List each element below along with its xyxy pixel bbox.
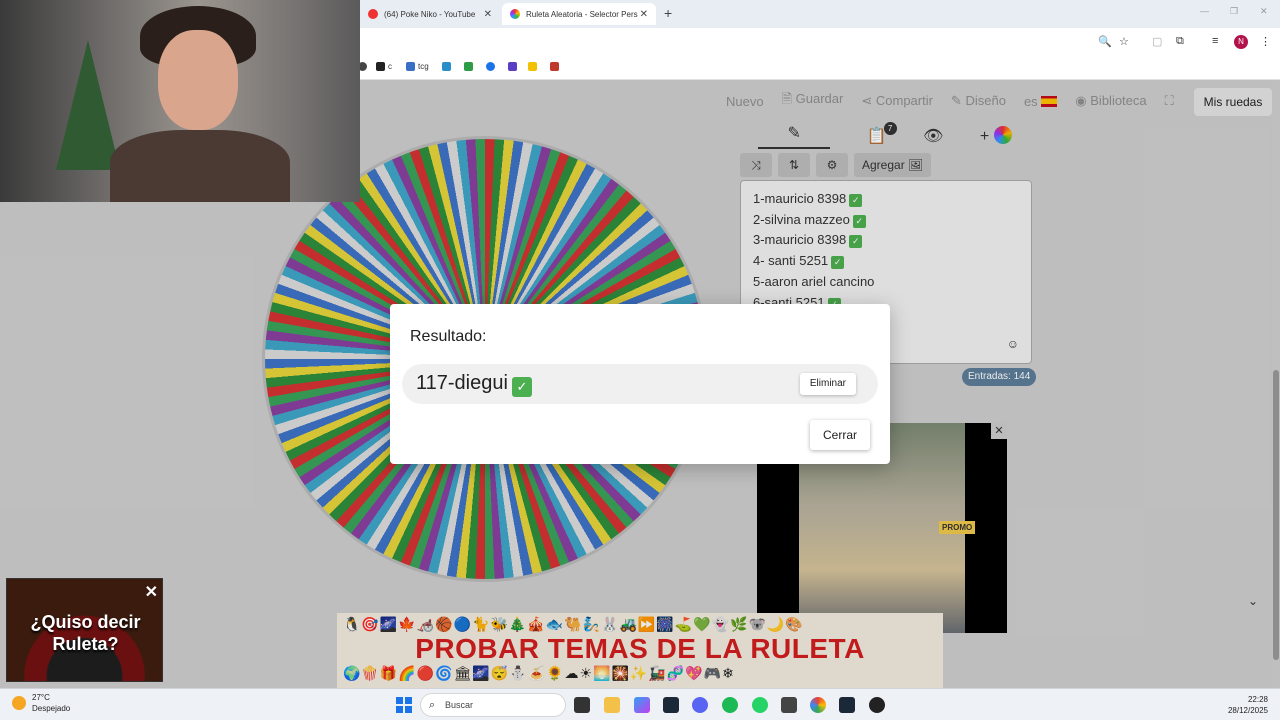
clock-date: 28/12/2025: [1227, 706, 1268, 715]
result-row: 117-diegui ✓ Eliminar: [402, 364, 878, 404]
bookmark-item[interactable]: c: [376, 62, 392, 71]
bookmark-favicon-icon: [376, 62, 385, 71]
app-icon[interactable]: [869, 697, 885, 713]
close-tab-icon[interactable]: ✕: [484, 9, 492, 20]
task-view-icon[interactable]: [574, 697, 590, 713]
streamer-body: [110, 130, 290, 202]
bookmark-item[interactable]: [528, 62, 537, 71]
steam-icon[interactable]: [663, 697, 679, 713]
weather-text: 27°C Despejado: [32, 692, 70, 714]
tab-label: (64) Poke Niko - YouTube: [384, 9, 476, 19]
menu-kebab-icon[interactable]: ⋮: [1260, 35, 1271, 48]
bookmark-item[interactable]: [464, 62, 473, 71]
restore-icon[interactable]: ❐: [1230, 6, 1238, 17]
bookmark-favicon-icon: [406, 62, 415, 71]
close-icon: ✕: [144, 584, 158, 601]
minimize-icon[interactable]: —: [1200, 6, 1209, 16]
bookmark-favicon-icon: [486, 62, 495, 71]
temperature: 27°C: [32, 693, 50, 702]
discord-icon[interactable]: [692, 697, 708, 713]
bookmark-favicon-icon: [550, 62, 559, 71]
system-clock[interactable]: 22:28 28/12/2025: [1228, 694, 1268, 716]
bookmark-label: tcg: [418, 62, 429, 71]
close-tab-icon[interactable]: ✕: [640, 9, 648, 20]
promo-text: ¿Quiso decir Ruleta?: [30, 612, 141, 654]
bookmark-item[interactable]: [442, 62, 451, 71]
extensions-icon[interactable]: ⧉: [1176, 35, 1184, 48]
calculator-icon[interactable]: [781, 697, 797, 713]
spotify-icon[interactable]: [722, 697, 738, 713]
cerrar-button[interactable]: Cerrar: [809, 420, 870, 450]
bookmark-star-icon[interactable]: ☆: [1119, 35, 1129, 48]
bookmark-favicon-icon: [508, 62, 517, 71]
windows-taskbar: 27°C Despejado ⌕ Buscar 22:28 28/12/2025: [0, 688, 1280, 720]
media-controls-icon[interactable]: ≡: [1212, 35, 1218, 47]
roulette-promo-overlay: ¿Quiso decir Ruleta? ✕: [6, 578, 163, 682]
streamer-face: [158, 30, 238, 130]
weather-condition: Despejado: [32, 704, 71, 713]
bookmark-item[interactable]: [550, 62, 559, 71]
bookmark-item[interactable]: [508, 62, 517, 71]
chrome-icon[interactable]: [810, 697, 826, 713]
start-button[interactable]: [396, 697, 412, 713]
result-dialog: Resultado: 117-diegui ✓ Eliminar Cerrar: [390, 304, 890, 464]
bookmark-favicon-icon: [528, 62, 537, 71]
copilot-icon[interactable]: [634, 697, 650, 713]
sun-icon: [12, 696, 26, 710]
result-text: 117-diegui: [416, 372, 508, 394]
search-icon: ⌕: [429, 699, 436, 711]
profile-avatar[interactable]: N: [1234, 35, 1248, 49]
devtools-icon[interactable]: ▢: [1152, 35, 1162, 48]
file-explorer-icon[interactable]: [604, 697, 620, 713]
bookmark-favicon-icon: [442, 62, 451, 71]
eliminar-button[interactable]: Eliminar: [799, 373, 856, 395]
tab-youtube[interactable]: (64) Poke Niko - YouTube ✕: [360, 3, 500, 25]
taskbar-search[interactable]: ⌕ Buscar: [420, 693, 566, 717]
wheel-favicon-icon: [510, 9, 520, 19]
check-icon: ✓: [511, 377, 532, 397]
whatsapp-icon[interactable]: [752, 697, 768, 713]
tab-label: Ruleta Aleatoria - Selector Pers: [526, 9, 638, 19]
dialog-title: Resultado:: [410, 328, 487, 345]
tab-ruleta[interactable]: Ruleta Aleatoria - Selector Pers ✕: [502, 3, 656, 25]
search-placeholder: Buscar: [445, 700, 474, 710]
bookmark-label: c: [388, 62, 392, 71]
new-tab-button[interactable]: +: [664, 5, 672, 21]
steam-icon[interactable]: [839, 697, 855, 713]
bookmark-item[interactable]: [486, 62, 495, 71]
zoom-icon[interactable]: 🔍: [1098, 35, 1112, 48]
result-value: 117-diegui ✓: [416, 372, 532, 397]
clock-time: 22:28: [1247, 695, 1268, 704]
close-window-icon[interactable]: ✕: [1260, 6, 1268, 17]
christmas-tree: [56, 40, 120, 170]
youtube-favicon-icon: [368, 9, 378, 19]
bookmark-item[interactable]: tcg: [406, 62, 429, 71]
bookmark-favicon-icon: [464, 62, 473, 71]
weather-widget[interactable]: 27°C Despejado: [12, 692, 70, 714]
webcam-overlay: [0, 0, 360, 202]
